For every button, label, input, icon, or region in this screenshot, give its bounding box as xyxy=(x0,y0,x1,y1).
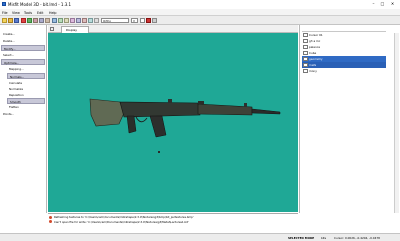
log-line: Refreshing textures to 'C:\Users\cam\doc… xyxy=(54,215,194,219)
scale-icon[interactable] xyxy=(70,17,75,23)
menu-view[interactable]: View xyxy=(12,11,20,15)
nav-select[interactable]: Select... xyxy=(1,52,45,58)
nav-mapping[interactable]: Mapping... xyxy=(7,66,45,72)
vertex-icon[interactable] xyxy=(76,17,81,23)
menu-tools[interactable]: Tools xyxy=(24,11,32,15)
part-label: geometry xyxy=(309,57,323,61)
menu-file[interactable]: File xyxy=(2,11,8,15)
nav-flatten[interactable]: Flatten xyxy=(7,104,45,110)
snap-select[interactable]: V xyxy=(131,17,138,23)
part-label: mony xyxy=(309,69,317,73)
toolbar: Ortho V xyxy=(0,16,400,25)
rifle-rear-sight xyxy=(168,99,172,103)
rifle-barrel xyxy=(251,108,281,115)
log-panel: Refreshing textures to 'C:\Users\cam\doc… xyxy=(48,213,298,232)
redo-icon[interactable] xyxy=(27,17,32,23)
part-checkbox[interactable] xyxy=(303,50,308,56)
menu-edit[interactable]: Edit xyxy=(37,11,43,15)
part-label: Cursor 01 xyxy=(309,33,323,37)
select-icon[interactable] xyxy=(52,17,57,23)
part-label: palanca xyxy=(309,45,321,49)
rifle-magazine xyxy=(149,115,167,138)
nav-delete[interactable]: Delete... xyxy=(1,38,45,44)
view-select[interactable]: Ortho xyxy=(101,17,129,23)
parts-scrollbar[interactable] xyxy=(394,33,399,213)
nav-modify[interactable]: Modify... xyxy=(1,45,45,51)
maximize-button[interactable]: □ xyxy=(379,1,386,6)
part-checkbox[interactable] xyxy=(303,62,308,68)
nav-normals[interactable]: Normals... xyxy=(7,73,45,79)
menu-help[interactable]: Help xyxy=(49,11,57,15)
app-icon xyxy=(2,2,6,6)
group-icon[interactable] xyxy=(88,17,93,23)
rifle-front-sight xyxy=(244,103,247,107)
nav-points[interactable]: Points... xyxy=(1,111,45,117)
rifle-handguard xyxy=(197,103,253,116)
viewport-close-icon[interactable] xyxy=(50,27,54,31)
pivot-marker xyxy=(158,151,160,153)
part-label: mefa xyxy=(309,63,317,67)
rifle-receiver xyxy=(119,101,201,118)
status-coords: Cursor: 0.0026, -0.4204, -0.0478 xyxy=(334,236,380,240)
rotate-icon[interactable] xyxy=(64,17,69,23)
part-checkbox[interactable] xyxy=(303,38,308,44)
undo-icon[interactable] xyxy=(21,17,26,23)
status-mode: SELECTED MODE xyxy=(288,236,315,240)
part-label: g3 a mc xyxy=(309,39,321,43)
cut-icon[interactable] xyxy=(33,17,38,23)
parts-panel: Cursor 01 g3 a mc palanca Cube geometry … xyxy=(299,25,400,213)
window-title: Misfit Model 3D - bit.lmd - 1.3.1 xyxy=(8,2,72,7)
nav-optimize[interactable]: Optimize... xyxy=(1,59,45,65)
rifle-trigger-guard xyxy=(135,116,148,123)
snap-icon[interactable] xyxy=(146,17,151,23)
part-checkbox[interactable] xyxy=(303,56,308,62)
minimize-button[interactable]: – xyxy=(370,1,377,6)
paste-icon[interactable] xyxy=(45,17,50,23)
status-extra: bits xyxy=(321,236,327,240)
tab-display[interactable]: Display xyxy=(61,26,89,33)
menu-bar: File View Tools Edit Help xyxy=(0,9,400,16)
warning-icon xyxy=(49,215,52,219)
move-icon[interactable] xyxy=(58,17,63,23)
log-line: Can't open file for write: 'C:\Users\cam… xyxy=(54,219,189,224)
close-button[interactable]: ✕ xyxy=(389,1,396,6)
tool-panel: Create... Delete... Modify... Select... … xyxy=(0,25,47,213)
part-item[interactable]: mony xyxy=(302,68,386,74)
rifle-grip xyxy=(126,115,137,134)
joint-icon[interactable] xyxy=(94,17,99,23)
error-icon xyxy=(49,220,52,223)
save-icon[interactable] xyxy=(14,17,19,23)
title-bar: Misfit Model 3D - bit.lmd - 1.3.1 – □ ✕ xyxy=(0,0,400,9)
rifle-model xyxy=(89,98,281,153)
grid-icon[interactable] xyxy=(152,17,157,23)
part-checkbox[interactable] xyxy=(303,44,308,50)
copy-icon[interactable] xyxy=(39,17,44,23)
rifle-cocking-handle xyxy=(198,101,204,104)
nav-create[interactable]: Create... xyxy=(1,31,45,37)
viewport-tabbar: Display xyxy=(48,25,298,33)
part-checkbox[interactable] xyxy=(303,32,308,38)
status-bar: SELECTED MODE bits Cursor: 0.0026, -0.42… xyxy=(0,233,400,241)
part-label: Cube xyxy=(309,51,317,55)
open-folder-icon[interactable] xyxy=(8,17,13,23)
checkbox-icon[interactable] xyxy=(140,17,145,23)
rifle-stock xyxy=(89,98,125,127)
face-icon[interactable] xyxy=(82,17,87,23)
part-checkbox[interactable] xyxy=(303,68,308,74)
new-file-icon[interactable] xyxy=(2,17,7,23)
viewport-3d[interactable] xyxy=(48,33,298,212)
